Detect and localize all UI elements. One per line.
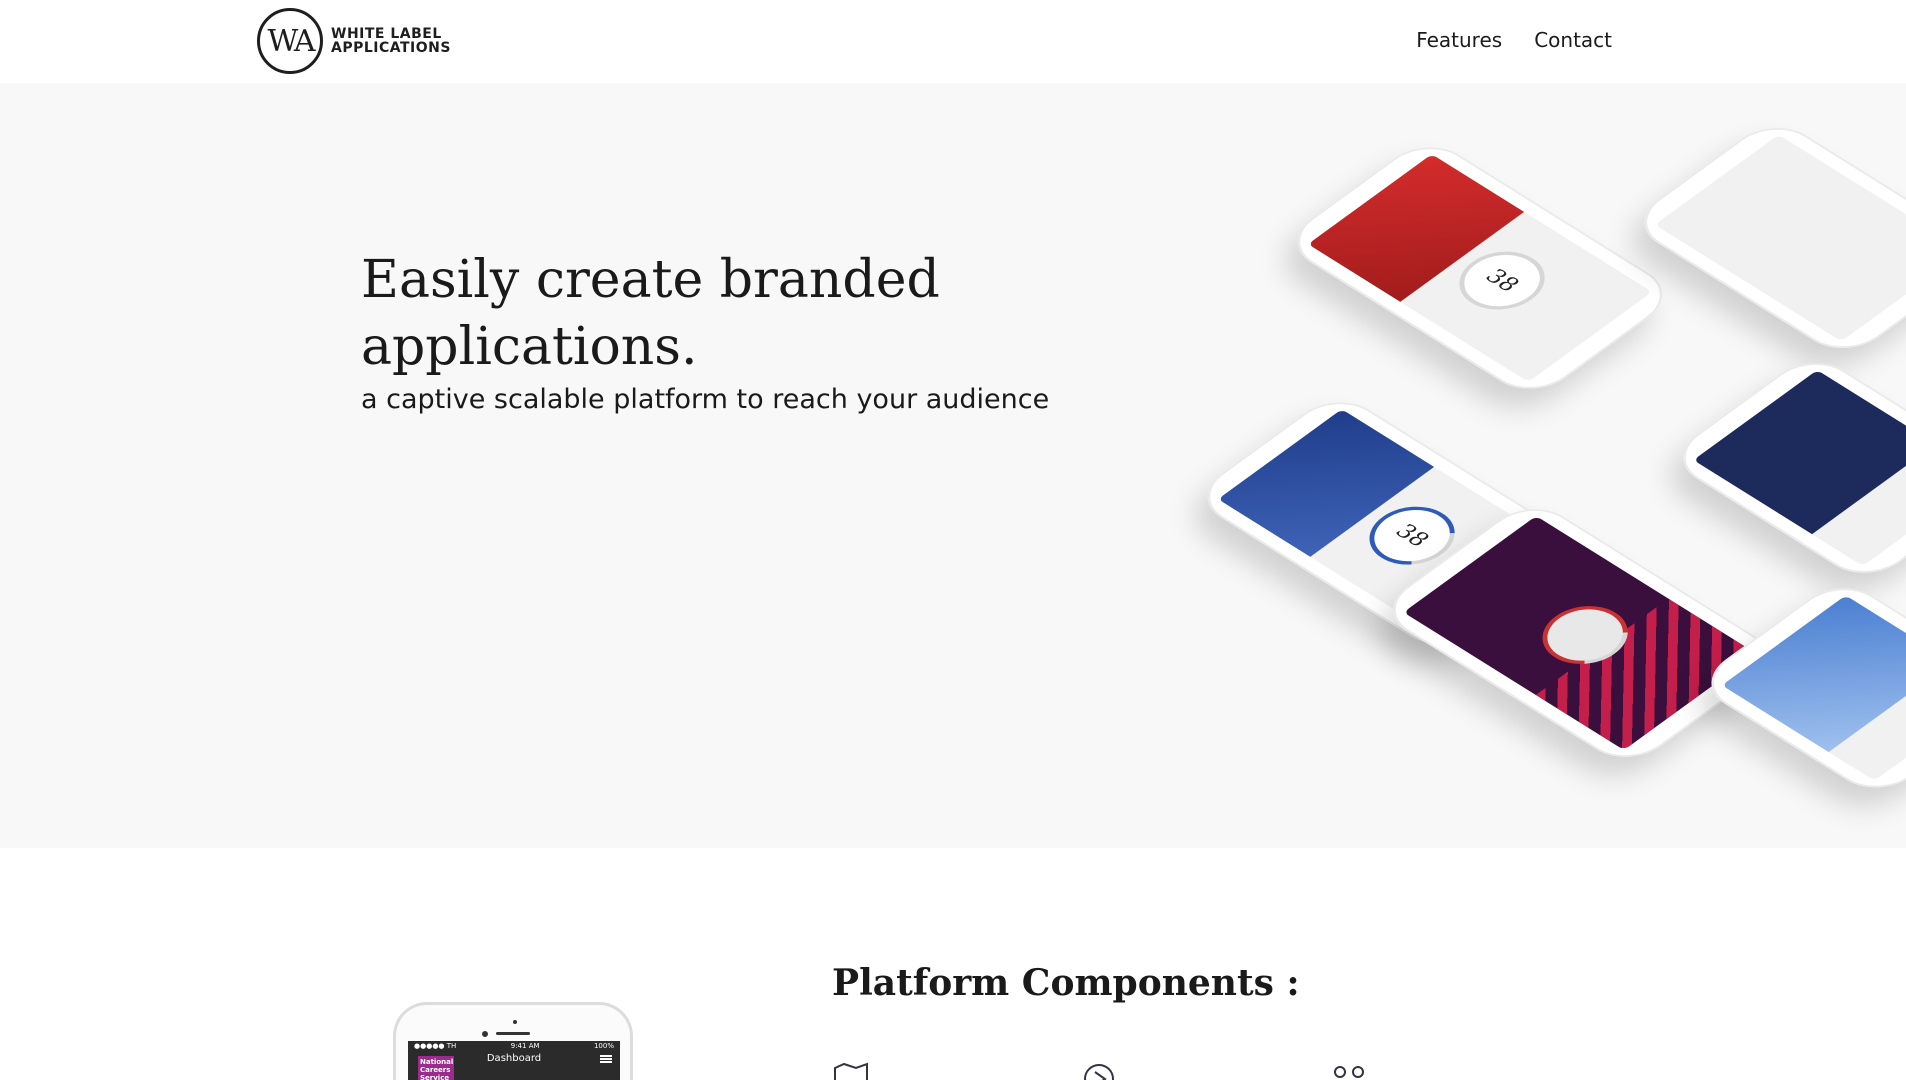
phone-speaker [496,1032,530,1035]
phone-mockup-simon: 38 [1278,134,1682,402]
phone-screen [1654,134,1906,342]
dashboard-phone-mockup: ●●●●● TH 9:41 AM 100% Dashboard National… [393,1002,633,1080]
phone-header-image [1693,369,1906,535]
main-nav: Features Contact [1416,28,1612,52]
phone-screen [1693,369,1906,567]
site-header: WA WHITE LABEL APPLICATIONS Features Con… [0,0,1906,83]
logo-monogram: WA [257,8,323,74]
nav-contact-link[interactable]: Contact [1534,28,1612,52]
status-time: 9:41 AM [510,1042,540,1050]
phone-mockup-partial-mid [1664,350,1906,586]
phone-screen: 38 [1307,154,1653,382]
components-title: Platform Components : [832,962,1300,1004]
logo-wordmark: WHITE LABEL APPLICATIONS [331,27,451,55]
phone-sensor [482,1031,488,1037]
map-icon [834,1062,868,1080]
dashboard-screen: ●●●●● TH 9:41 AM 100% Dashboard National… [408,1041,620,1080]
status-signal: ●●●●● TH [414,1042,457,1050]
logo[interactable]: WA WHITE LABEL APPLICATIONS [257,8,451,74]
play-icon [1084,1064,1114,1080]
phone-camera [513,1020,517,1024]
hero-section: Easily create branded applications. a ca… [0,83,1906,848]
phone-mockups: 38 38 [0,83,1906,848]
status-battery: 100% [593,1042,614,1050]
status-bar: ●●●●● TH 9:41 AM 100% [408,1041,620,1051]
phone-screen [1721,595,1906,781]
phone-mockup-partial-top [1625,115,1906,361]
brand-badge: National Careers Service [418,1056,454,1080]
logo-line-1: WHITE LABEL [331,26,442,42]
phone-header-image [1721,595,1906,753]
logo-line-2: APPLICATIONS [331,40,451,56]
phone-screen [1403,515,1757,751]
nav-features-link[interactable]: Features [1416,28,1502,52]
phone-mockup-partial-bottom [1692,575,1906,801]
menu-icon [600,1055,612,1063]
users-icon [1334,1066,1364,1078]
